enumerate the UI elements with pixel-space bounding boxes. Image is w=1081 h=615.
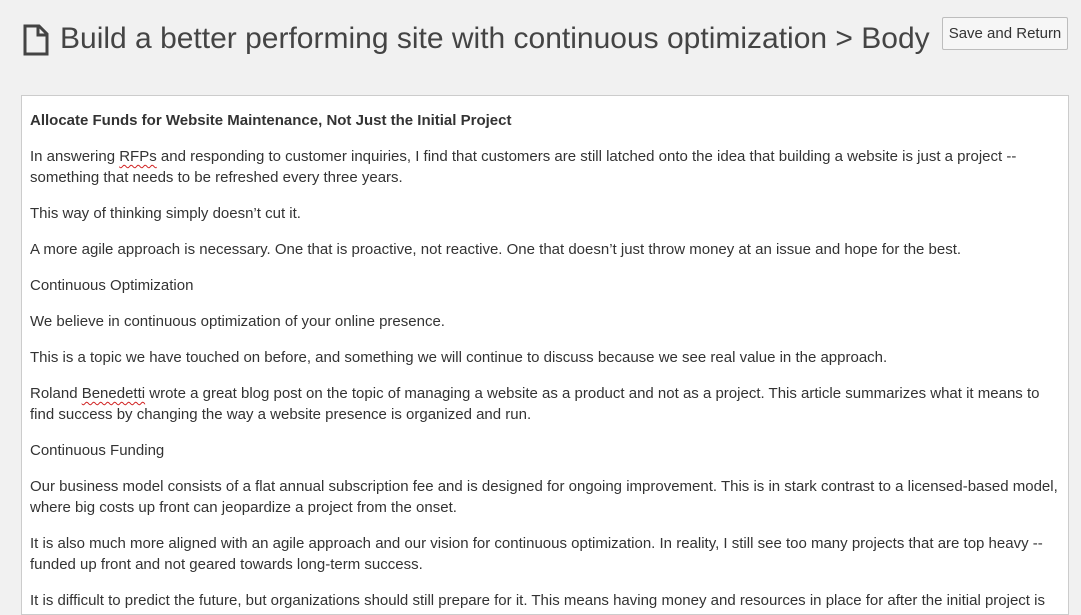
paragraph: Roland Benedetti wrote a great blog post… [30, 385, 1040, 423]
paragraph: This is a topic we have touched on befor… [30, 349, 888, 366]
document-icon [23, 24, 49, 56]
paragraph: It is also much more aligned with an agi… [30, 535, 1043, 573]
subheading: Continuous Optimization [30, 277, 194, 294]
save-and-return-button[interactable]: Save and Return [942, 17, 1068, 50]
spellcheck-word[interactable]: Benedetti [82, 385, 145, 402]
paragraph: It is difficult to predict the future, b… [30, 592, 1045, 609]
section-heading: Allocate Funds for Website Maintenance, … [30, 112, 512, 129]
paragraph: Our business model consists of a flat an… [30, 478, 1058, 516]
paragraph: We believe in continuous optimization of… [30, 313, 445, 330]
paragraph: In answering RFPs and responding to cust… [30, 148, 1017, 186]
page-title: Build a better performing site with cont… [60, 22, 930, 55]
page-header: Build a better performing site with cont… [22, 22, 930, 56]
subheading: Continuous Funding [30, 442, 165, 459]
paragraph: This way of thinking simply doesn’t cut … [30, 205, 301, 222]
spellcheck-word[interactable]: RFPs [119, 148, 157, 165]
body-editor[interactable]: Allocate Funds for Website Maintenance, … [21, 95, 1069, 615]
paragraph: A more agile approach is necessary. One … [30, 241, 962, 258]
